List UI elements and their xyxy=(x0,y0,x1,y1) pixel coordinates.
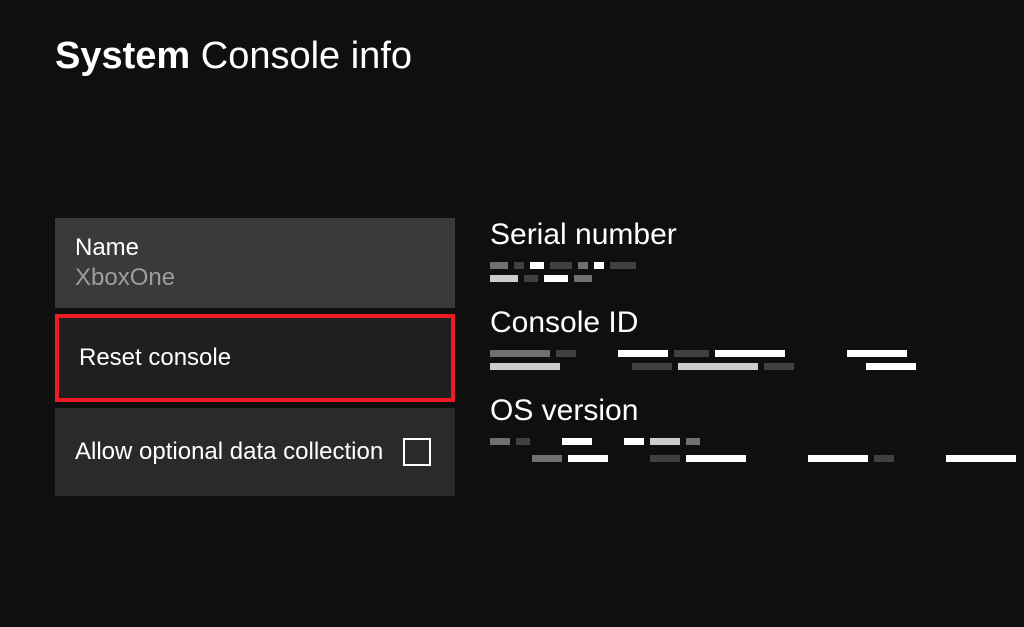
info-panel: Serial number xyxy=(490,218,1024,496)
serial-number-label: Serial number xyxy=(490,218,1024,252)
checkbox-icon xyxy=(403,438,431,466)
settings-list: Name XboxOne Reset console Allow optiona… xyxy=(55,218,455,496)
page-header: System Console info xyxy=(0,0,1024,78)
serial-number-value-redacted xyxy=(490,262,1024,282)
serial-number-section: Serial number xyxy=(490,218,1024,282)
console-id-section: Console ID xyxy=(490,306,1024,370)
console-id-value-redacted xyxy=(490,350,1024,370)
name-value: XboxOne xyxy=(75,264,435,292)
page-title: System Console info xyxy=(55,35,1024,78)
content-area: Name XboxOne Reset console Allow optiona… xyxy=(0,78,1024,496)
title-bold: System xyxy=(55,35,190,77)
os-version-section: OS version xyxy=(490,394,1024,462)
optional-data-label: Allow optional data collection xyxy=(75,436,383,467)
os-version-label: OS version xyxy=(490,394,1024,428)
title-regular: Console info xyxy=(201,35,412,77)
reset-console-button[interactable]: Reset console xyxy=(55,314,455,402)
name-label: Name xyxy=(75,234,435,262)
console-id-label: Console ID xyxy=(490,306,1024,340)
os-version-value-redacted xyxy=(490,438,1024,462)
optional-data-toggle[interactable]: Allow optional data collection xyxy=(55,408,455,496)
name-card[interactable]: Name XboxOne xyxy=(55,218,455,308)
reset-console-label: Reset console xyxy=(79,344,431,372)
